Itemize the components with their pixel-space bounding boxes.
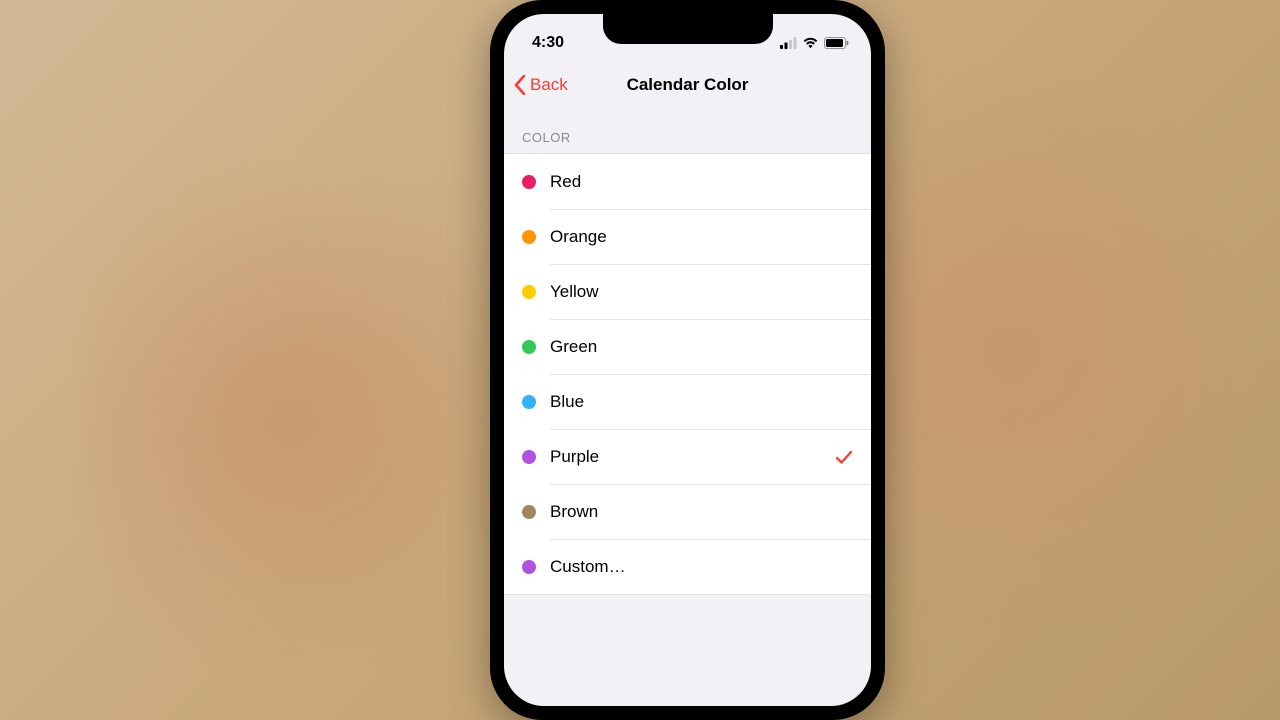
color-swatch-icon — [522, 450, 536, 464]
wifi-icon — [802, 37, 819, 49]
color-swatch-icon — [522, 340, 536, 354]
color-row-orange[interactable]: Orange — [504, 209, 871, 264]
color-row-purple[interactable]: Purple — [504, 429, 871, 484]
display-notch — [603, 14, 773, 44]
hand-occlusion-left — [80, 120, 500, 720]
content-area: COLOR Red Orange Yellow Green Blue Purple Brow… — [504, 108, 871, 595]
page-title: Calendar Color — [627, 75, 749, 95]
color-swatch-icon — [522, 230, 536, 244]
color-row-label: Green — [550, 337, 853, 357]
color-swatch-icon — [522, 285, 536, 299]
cellular-signal-icon — [780, 37, 797, 49]
color-swatch-icon — [522, 175, 536, 189]
color-row-red[interactable]: Red — [504, 154, 871, 209]
color-swatch-icon — [522, 560, 536, 574]
status-indicators — [780, 37, 849, 49]
color-row-label: Brown — [550, 502, 853, 522]
checkmark-icon — [835, 448, 853, 466]
back-button[interactable]: Back — [514, 75, 568, 95]
color-row-blue[interactable]: Blue — [504, 374, 871, 429]
color-row-yellow[interactable]: Yellow — [504, 264, 871, 319]
section-header-color: COLOR — [504, 130, 871, 153]
chevron-left-icon — [514, 75, 526, 95]
color-row-label: Orange — [550, 227, 853, 247]
color-swatch-icon — [522, 395, 536, 409]
phone-frame: 4:30 Back Calendar Color COLOR Red Orange… — [490, 0, 885, 720]
color-list: Red Orange Yellow Green Blue Purple Brown Custo… — [504, 153, 871, 595]
color-row-custom[interactable]: Custom… — [504, 539, 871, 594]
color-row-label: Red — [550, 172, 853, 192]
color-row-label: Blue — [550, 392, 853, 412]
color-row-label: Yellow — [550, 282, 853, 302]
color-row-green[interactable]: Green — [504, 319, 871, 374]
color-row-label: Purple — [550, 447, 835, 467]
back-label: Back — [530, 75, 568, 95]
battery-icon — [824, 37, 849, 49]
color-row-brown[interactable]: Brown — [504, 484, 871, 539]
navigation-bar: Back Calendar Color — [504, 62, 871, 108]
phone-screen: 4:30 Back Calendar Color COLOR Red Orange… — [504, 14, 871, 706]
color-row-label: Custom… — [550, 557, 853, 577]
status-time: 4:30 — [532, 34, 564, 52]
color-swatch-icon — [522, 505, 536, 519]
